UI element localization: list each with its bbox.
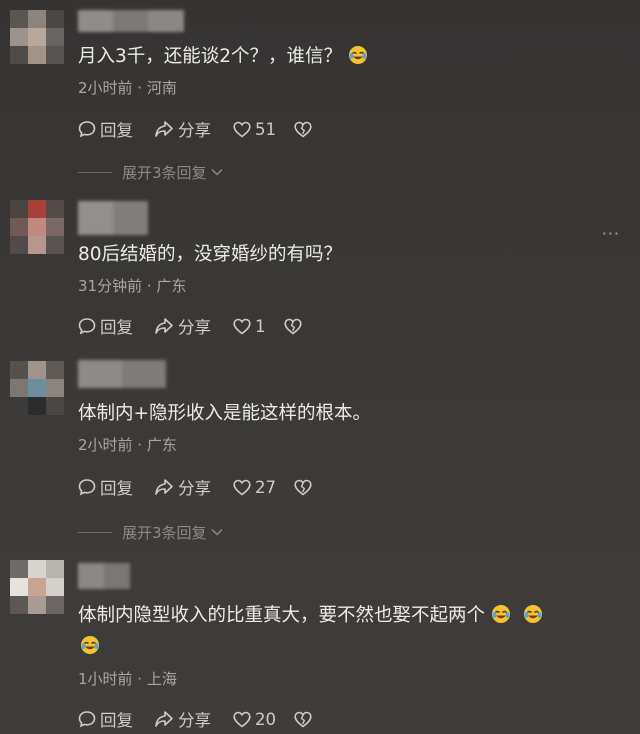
share-label: 分享 [178,318,211,337]
reply-button[interactable]: 回复 [78,314,133,338]
dislike-button[interactable] [294,707,312,731]
share-arrow-icon [155,318,173,334]
laugh-cry-emoji-icon [349,46,368,64]
username[interactable] [78,360,166,388]
like-button[interactable]: 27 [233,475,276,499]
expand-replies[interactable]: 展开3条回复 [78,161,224,183]
reply-label: 回复 [100,711,133,730]
comment-text: 月入3千，还能谈2个？，谁信？ [78,41,368,72]
share-button[interactable]: 分享 [154,314,211,338]
share-arrow-icon [155,711,173,727]
avatar[interactable] [10,361,64,423]
comment-meta: 1小时前 · 上海 [78,670,177,688]
like-count: 20 [255,709,276,729]
heart-icon [233,318,251,335]
username[interactable] [78,201,148,235]
comment-text: 80后结婚的，没穿婚纱的有吗？ [78,244,343,265]
like-button[interactable]: 51 [233,117,276,141]
expand-replies-label: 展开3条回复 [122,523,207,542]
heart-icon [233,121,251,138]
comment-meta: 2小时前 · 河南 [78,79,177,97]
comment-bubble-icon [78,711,96,728]
share-label: 分享 [178,479,211,498]
more-options-icon[interactable]: ··· [602,224,620,243]
comment-bubble-icon [78,479,96,496]
comment-text: 体制内隐型收入的比重真大，要不然也娶不起两个 [78,600,623,662]
laugh-cry-emoji-icon [81,636,99,654]
share-arrow-icon [155,479,173,495]
avatar[interactable] [10,560,64,614]
share-button[interactable]: 分享 [154,707,211,731]
reply-label: 回复 [100,479,133,498]
like-count: 1 [255,316,266,336]
username[interactable] [78,10,184,32]
comment-meta: 2小时前 · 广东 [78,436,177,454]
avatar[interactable] [10,200,64,254]
reply-button[interactable]: 回复 [78,117,133,141]
comment-bubble-icon [78,121,96,138]
laugh-cry-emoji-icon [524,605,543,623]
share-label: 分享 [178,711,211,730]
divider [78,531,112,533]
like-button[interactable]: 1 [233,314,266,338]
broken-heart-icon [294,479,312,496]
share-button[interactable]: 分享 [154,117,211,141]
dislike-button[interactable] [294,475,312,499]
dislike-button[interactable] [294,117,312,141]
like-count: 27 [255,477,276,497]
broken-heart-icon [294,121,312,138]
heart-icon [233,711,251,728]
broken-heart-icon [284,318,302,335]
comment-bubble-icon [78,318,96,335]
laugh-cry-emoji-icon [492,605,511,623]
heart-icon [233,479,251,496]
reply-button[interactable]: 回复 [78,707,133,731]
username[interactable] [78,563,130,589]
dislike-button[interactable] [284,314,302,338]
reply-label: 回复 [100,318,133,337]
chevron-down-icon [211,528,223,536]
comment-meta: 31分钟前 · 广东 [78,277,187,295]
like-button[interactable]: 20 [233,707,276,731]
broken-heart-icon [294,711,312,728]
reply-button[interactable]: 回复 [78,475,133,499]
expand-replies[interactable]: 展开3条回复 [78,521,224,543]
comment-text: 体制内+隐形收入是能这样的根本。 [78,403,372,424]
share-label: 分享 [178,121,211,140]
expand-replies-label: 展开3条回复 [122,163,207,182]
like-count: 51 [255,119,276,139]
share-button[interactable]: 分享 [154,475,211,499]
divider [78,171,112,173]
share-arrow-icon [155,121,173,137]
reply-label: 回复 [100,121,133,140]
chevron-down-icon [211,168,223,176]
avatar[interactable] [10,10,64,64]
